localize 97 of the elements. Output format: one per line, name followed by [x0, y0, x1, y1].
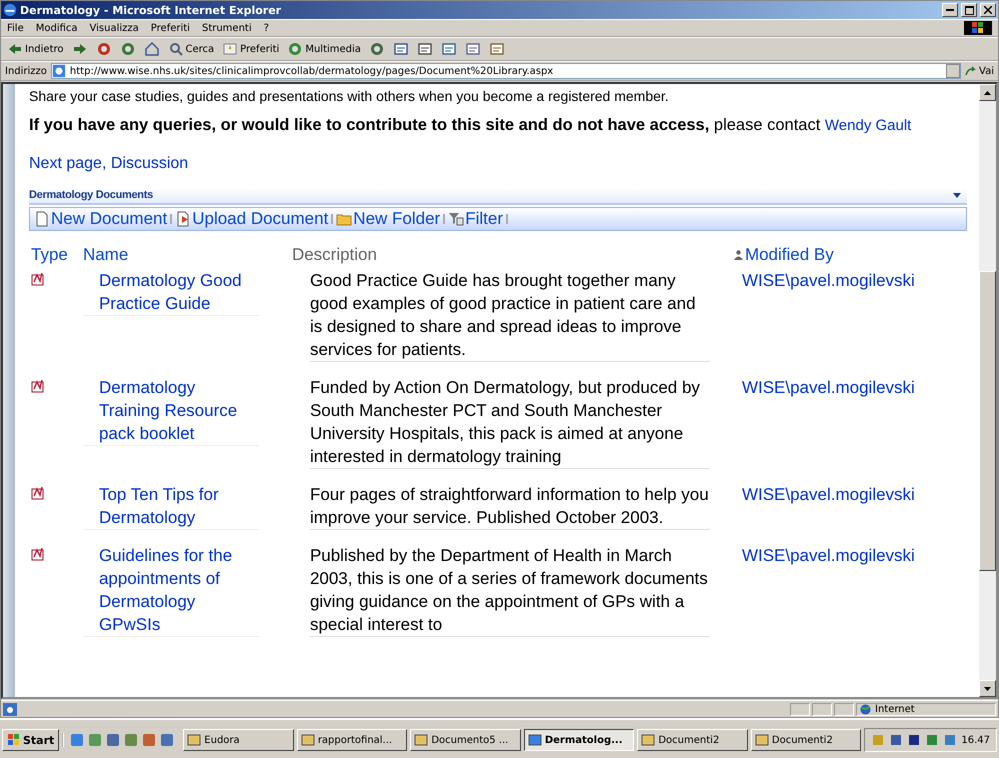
window-icon — [754, 733, 769, 747]
taskbar-button[interactable]: Documento5 ... — [410, 729, 521, 751]
column-header[interactable]: Description — [290, 245, 732, 265]
quick-launch-icon[interactable] — [160, 733, 174, 747]
description-cell: Funded by Action On Dermatology, but produced by South Manchester PCT and South Manchester University Hospitals, this pack is aimed at anyone interested in dermatology training — [310, 376, 710, 469]
back-button[interactable]: Indietro — [5, 41, 66, 57]
address-label: Indirizzo — [5, 66, 47, 76]
tray-icon[interactable] — [889, 733, 904, 747]
globe-icon — [860, 704, 871, 714]
maximize-button[interactable] — [961, 3, 977, 17]
quick-launch-icon[interactable] — [106, 733, 120, 747]
pdf-icon[interactable] — [31, 379, 45, 393]
window-title: Dermatology - Microsoft Internet Explorer — [20, 4, 282, 16]
taskbar-button[interactable]: Dermatolog... — [524, 729, 634, 751]
column-header[interactable]: Type — [29, 245, 81, 265]
new-action[interactable]: New Document — [34, 209, 168, 229]
description-cell: Good Practice Guide has brought together many good examples of good practice in patient care and is designed to share and spread ideas to improve services for patients. — [310, 269, 710, 362]
window-icon — [528, 733, 542, 747]
page-icon — [3, 702, 17, 716]
scroll-thumb[interactable] — [979, 271, 996, 571]
search-icon — [168, 41, 184, 57]
maximize-icon — [964, 6, 974, 14]
document-link[interactable]: Top Ten Tips for Dermatology — [82, 483, 259, 530]
contact-text: If you have any queries, or would like to contribute to this site and do not have access, please contact Wendy Gault — [29, 115, 912, 136]
filter-action[interactable]: Filter — [448, 209, 503, 229]
window-icon — [300, 733, 315, 747]
close-button[interactable] — [980, 3, 996, 17]
quick-launch-icon[interactable] — [142, 733, 156, 747]
document-link[interactable]: Dermatology Training Resource pack booklet — [82, 376, 259, 446]
scroll-down-button[interactable] — [979, 680, 996, 697]
taskbar-button[interactable]: Documenti2 — [750, 729, 862, 751]
flag-icon — [7, 734, 21, 746]
taskbar-button[interactable]: rapportofinal... — [296, 729, 408, 751]
pdf-icon[interactable] — [31, 547, 45, 561]
taskbar-button[interactable]: Documenti2 — [637, 729, 748, 751]
browser-icon — [3, 3, 17, 17]
search-button[interactable]: Cerca — [166, 41, 216, 57]
document-link[interactable]: Guidelines for the appointments of Dermatology GPwSIs — [82, 544, 259, 637]
status-pane — [812, 702, 832, 716]
clock: 16.47 — [961, 734, 990, 746]
scroll-up-button[interactable] — [979, 84, 996, 101]
caret-icon[interactable] — [953, 192, 961, 198]
favorites-button[interactable]: Preferiti — [220, 41, 282, 57]
pdf-icon[interactable] — [31, 272, 45, 286]
scrollbar[interactable] — [979, 84, 996, 697]
go-button[interactable]: Vai — [965, 65, 994, 77]
tray-icon[interactable] — [907, 733, 922, 747]
favorites-icon — [222, 41, 238, 57]
modified-by-link[interactable]: WISE\pavel.mogilevski — [742, 271, 915, 290]
window-icon — [414, 733, 428, 747]
window-icon — [187, 733, 202, 747]
quick-launch-icon[interactable] — [124, 733, 138, 747]
column-header[interactable]: Modified By — [732, 245, 967, 265]
down-icon — [984, 686, 991, 690]
funnel-icon — [448, 211, 464, 227]
minimize-icon — [946, 9, 954, 11]
document-link[interactable]: Dermatology Good Practice Guide — [82, 269, 259, 316]
forward-icon — [72, 41, 88, 57]
up-icon — [984, 90, 991, 94]
modified-by-link[interactable]: WISE\pavel.mogilevski — [742, 485, 915, 504]
quick-launch-icon[interactable] — [70, 733, 84, 747]
status-pane — [790, 702, 810, 716]
menu-item[interactable]: Visualizza — [90, 22, 139, 34]
document-icon — [175, 211, 192, 227]
start-button[interactable]: Start — [2, 729, 60, 751]
web-part-title: Dermatology Documents — [29, 189, 154, 201]
taskbar-button[interactable]: Eudora — [183, 729, 294, 751]
back-icon — [7, 41, 23, 57]
contact-link[interactable]: Wendy Gault — [824, 117, 912, 134]
menu-item[interactable]: Strumenti — [202, 22, 252, 34]
intro-text: Share your case studies, guides and presentations with others when you become a registered member. — [29, 88, 670, 104]
flag-icon — [972, 22, 984, 34]
menu-item[interactable]: Modifica — [36, 22, 78, 34]
folder-action[interactable]: New Folder — [336, 209, 440, 229]
media-button[interactable]: Multimedia — [285, 41, 363, 57]
arrow-icon — [965, 65, 978, 77]
document-icon — [34, 211, 50, 227]
person-icon — [734, 250, 743, 260]
menu-item[interactable]: ? — [264, 22, 269, 34]
modified-by-link[interactable]: WISE\pavel.mogilevski — [742, 546, 915, 565]
home-icon — [144, 41, 160, 57]
status-pane — [834, 702, 854, 716]
page-icon — [52, 64, 66, 78]
menu-item[interactable]: Preferiti — [150, 22, 190, 34]
description-cell: Four pages of straightforward information to help you improve your service. Published October 2003. — [310, 483, 710, 530]
minimize-button[interactable] — [942, 3, 958, 17]
menu-item[interactable]: File — [7, 22, 24, 34]
modified-by-link[interactable]: WISE\pavel.mogilevski — [742, 378, 915, 397]
pdf-icon[interactable] — [31, 486, 45, 500]
address-field[interactable]: http://www.wise.nhs.uk/sites/clinicalimprovcollab/dermatology/pages/Document%20Library.aspx — [50, 63, 962, 79]
column-header[interactable]: Name — [80, 245, 290, 265]
zone-indicator: Internet — [856, 702, 996, 716]
window-icon — [641, 733, 656, 747]
description-cell: Published by the Department of Health in March 2003, this is one of a series of framework documents giving guidance on the appointment of GPs with a special interest to — [310, 544, 710, 637]
close-icon — [984, 6, 992, 14]
upload-action[interactable]: Upload Document — [175, 209, 328, 229]
next-page-link[interactable]: Next page, Discussion — [29, 155, 967, 173]
